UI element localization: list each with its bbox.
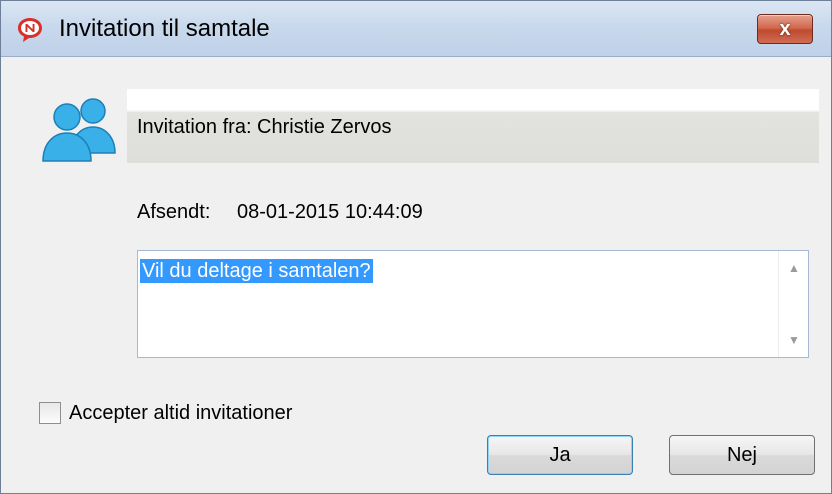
invitation-dialog: Invitation til samtale x Invitation fra:… (0, 0, 832, 494)
scroll-up-icon[interactable]: ▲ (779, 253, 809, 283)
always-accept-label[interactable]: Accepter altid invitationer (69, 401, 292, 425)
app-logo-icon (18, 18, 42, 42)
message-text: Vil du deltage i samtalen? (140, 259, 373, 283)
yes-button[interactable]: Ja (487, 435, 633, 475)
scroll-down-icon[interactable]: ▼ (779, 325, 809, 355)
invitation-from-label: Invitation fra: Christie Zervos (137, 116, 392, 138)
sent-timestamp: 08-01-2015 10:44:09 (237, 201, 423, 223)
sent-label: Afsendt: (137, 201, 211, 223)
title-bar[interactable]: Invitation til samtale x (1, 1, 831, 57)
window-title: Invitation til samtale (59, 15, 270, 42)
close-icon: x (779, 18, 791, 40)
message-textbox[interactable]: Vil du deltage i samtalen? ▲ ▼ (137, 250, 809, 358)
users-icon (42, 98, 116, 162)
message-scrollbar[interactable]: ▲ ▼ (778, 251, 808, 357)
no-button[interactable]: Nej (669, 435, 815, 475)
always-accept-checkbox[interactable] (39, 402, 61, 424)
close-button[interactable]: x (757, 14, 813, 44)
